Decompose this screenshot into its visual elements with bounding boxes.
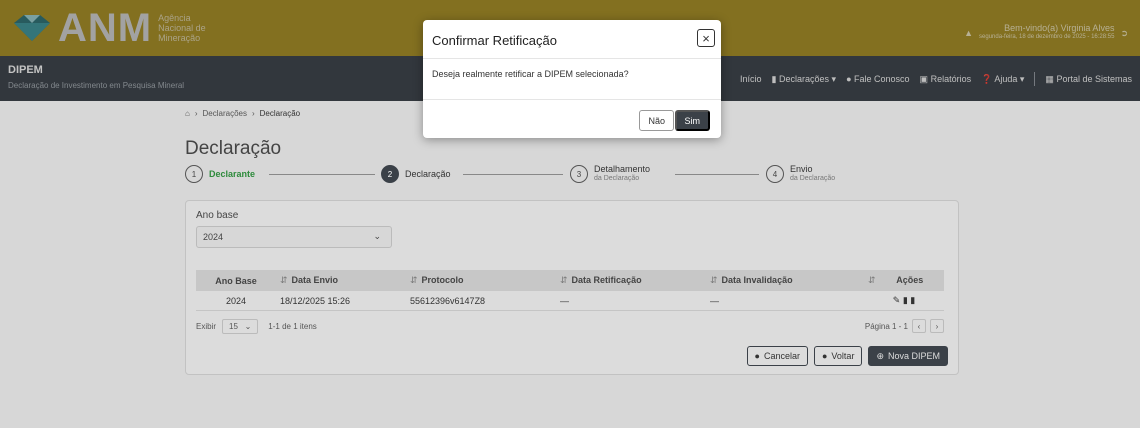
- col-protocolo[interactable]: ⇵ Protocolo: [406, 270, 556, 291]
- plus-circle-icon: ⊕: [876, 350, 884, 361]
- cancel-icon: ●: [754, 351, 760, 361]
- step-number: 2: [381, 165, 399, 183]
- edit-icon[interactable]: ✎: [893, 295, 901, 305]
- cell-invalidacao: —: [706, 291, 864, 311]
- table-header-row: Ano Base ⇵ Data Envio ⇵ Protocolo ⇵ Data Re…: [196, 270, 944, 291]
- prev-page-button[interactable]: ‹: [912, 319, 926, 333]
- action-buttons: ● Cancelar ● Voltar ⊕ Nova DIPEM: [746, 346, 948, 366]
- breadcrumb-current: Declaração: [259, 109, 301, 118]
- exibir-label: Exibir: [196, 321, 217, 331]
- col-data-retificacao[interactable]: ⇵ Data Retificação: [556, 270, 706, 291]
- table-row[interactable]: 2024 18/12/2025 15:26 55612396v6147Z8 — …: [196, 291, 944, 311]
- sort-icon: ⇵: [560, 275, 568, 285]
- step-declarante[interactable]: 1 Declarante: [185, 165, 255, 183]
- col-data-envio[interactable]: ⇵ Data Envio: [276, 270, 406, 291]
- step-number: 4: [766, 165, 784, 183]
- page-title: Declaração: [185, 138, 282, 159]
- breadcrumb: ⌂ › Declarações › Declaração: [185, 109, 301, 118]
- confirm-modal: Confirmar Retificação × Deseja realmente…: [423, 20, 721, 138]
- step-detalhamento[interactable]: 3 Detalhamento da Declaração: [570, 165, 650, 183]
- close-icon: ×: [702, 30, 710, 46]
- modal-header: Confirmar Retificação ×: [423, 20, 721, 59]
- step-connector: [463, 174, 563, 175]
- home-icon[interactable]: ⌂: [185, 109, 190, 118]
- col-acoes: ⇵ Ações: [868, 275, 924, 285]
- breadcrumb-declaracoes[interactable]: Declarações: [203, 109, 247, 118]
- ano-base-label: Ano base: [196, 210, 239, 221]
- step-label: Declaração: [405, 168, 451, 179]
- step-connector: [269, 174, 375, 175]
- new-dipem-button[interactable]: ⊕ Nova DIPEM: [868, 346, 948, 366]
- yes-button[interactable]: Sim: [674, 110, 710, 131]
- modal-message: Deseja realmente retificar a DIPEM selec…: [432, 69, 629, 79]
- no-button[interactable]: Não: [639, 110, 674, 131]
- back-button[interactable]: ● Voltar: [813, 346, 863, 366]
- sort-icon: ⇵: [710, 275, 718, 285]
- page-info: Página 1 - 1: [864, 321, 908, 331]
- cell-envio: 18/12/2025 15:26: [276, 291, 406, 311]
- file-icon[interactable]: ▮: [903, 295, 908, 305]
- modal-title: Confirmar Retificação: [432, 33, 557, 48]
- step-number: 3: [570, 165, 588, 183]
- page-size-select[interactable]: 15 ⌄: [222, 318, 259, 334]
- cell-retificacao: —: [556, 291, 706, 311]
- col-ano-base[interactable]: Ano Base: [196, 270, 276, 291]
- main-content: ⌂ › Declarações › Declaração Declaração …: [0, 101, 1140, 428]
- step-number: 1: [185, 165, 203, 183]
- step-envio[interactable]: 4 Envio da Declaração: [766, 165, 835, 183]
- step-label: Declarante: [209, 168, 256, 179]
- sort-icon: ⇵: [280, 275, 288, 285]
- declarations-table: Ano Base ⇵ Data Envio ⇵ Protocolo ⇵ Data Re…: [196, 270, 944, 311]
- cell-ano: 2024: [196, 291, 276, 311]
- chevron-down-icon: ⌄: [373, 231, 381, 241]
- modal-footer: Não Sim: [423, 99, 721, 138]
- items-range: 1-1 de 1 itens: [268, 321, 317, 331]
- step-label: Detalhamento da Declaração: [594, 164, 651, 183]
- cell-protocolo: 55612396v6147Z8: [406, 291, 556, 311]
- declaration-card: Ano base 2024 ⌄ Ano Base ⇵ Data Envio ⇵ Pr…: [185, 200, 959, 375]
- step-connector: [675, 174, 759, 175]
- col-data-invalidacao[interactable]: ⇵ Data Invalidação: [706, 270, 864, 291]
- ano-base-select[interactable]: 2024 ⌄: [196, 226, 392, 248]
- cell-acoes: ✎ ▮ ▮: [864, 291, 944, 311]
- next-page-button[interactable]: ›: [930, 319, 944, 333]
- stepper: 1 Declarante 2 Declaração 3 Detalhamento…: [185, 165, 945, 189]
- back-icon: ●: [821, 351, 828, 361]
- pagination: Exibir 15 ⌄ 1-1 de 1 itens Página 1 - 1 …: [196, 316, 944, 336]
- step-label: Envio da Declaração: [790, 164, 836, 183]
- sort-icon: ⇵: [410, 275, 418, 285]
- chevron-down-icon: ⌄: [244, 321, 252, 331]
- close-button[interactable]: ×: [697, 29, 715, 47]
- sort-icon: ⇵: [868, 275, 876, 285]
- cancel-button[interactable]: ● Cancelar: [746, 346, 808, 366]
- step-declaracao[interactable]: 2 Declaração: [381, 165, 451, 183]
- copy-file-icon[interactable]: ▮: [910, 295, 915, 305]
